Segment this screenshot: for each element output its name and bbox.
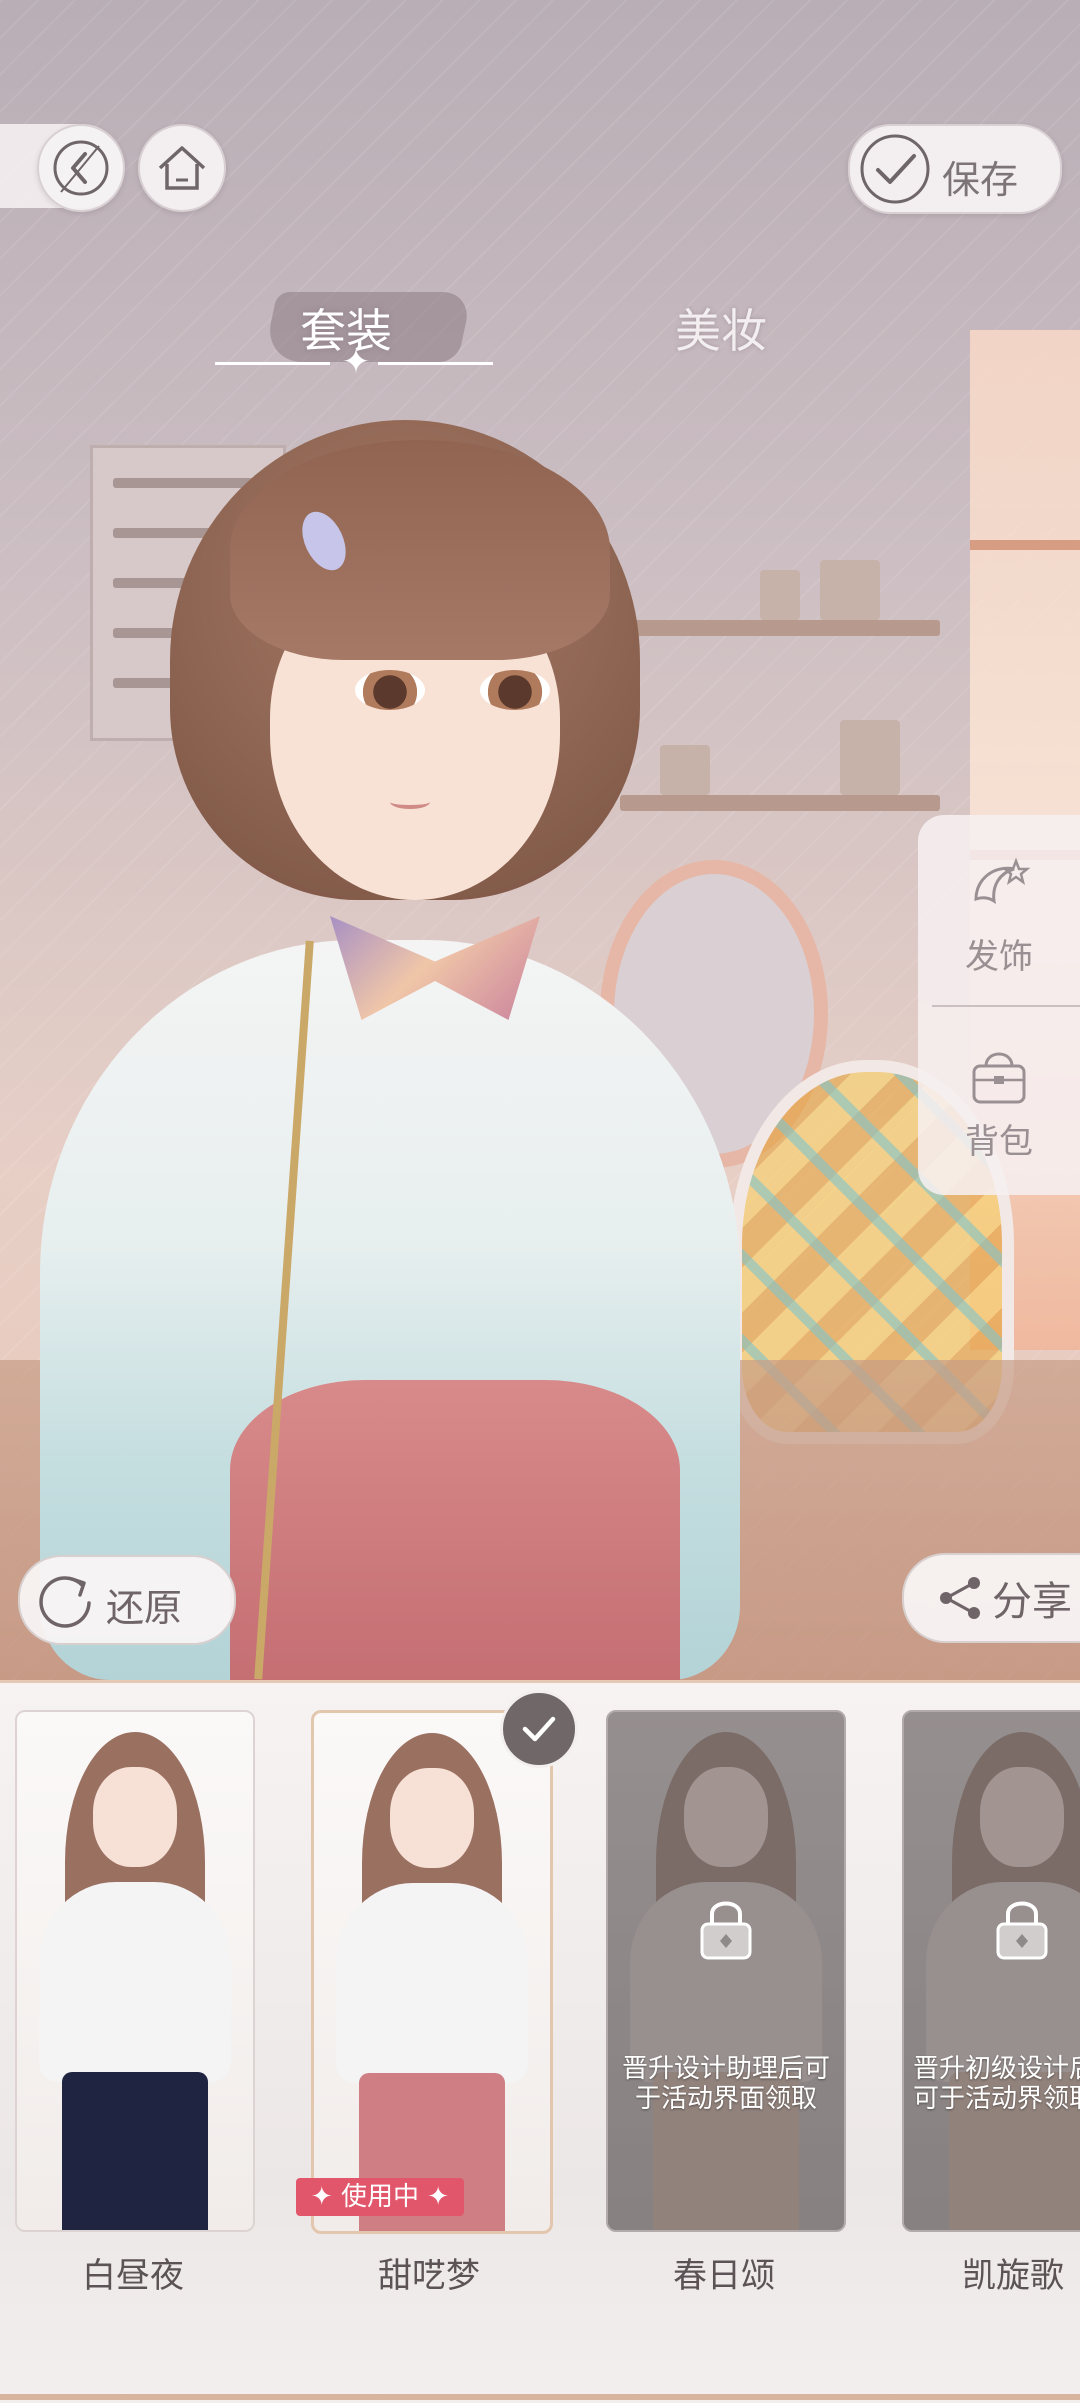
selected-check-badge	[500, 1690, 578, 1768]
accessory-side-panel: 发饰 背包	[918, 815, 1080, 1195]
outfit-card-3[interactable]: 晋升初级设计后可于活动界领取	[902, 1710, 1080, 2232]
back-arrow-icon	[53, 140, 109, 196]
outfit-name-0: 白昼夜	[82, 2256, 184, 2296]
home-button[interactable]	[138, 124, 226, 212]
lock-icon	[700, 1901, 752, 1960]
bottom-edge-line	[0, 2394, 1080, 2400]
outfit-card-1[interactable]	[311, 1710, 553, 2234]
outfit-figure-face	[93, 1767, 177, 1867]
character-eye-right	[480, 670, 550, 710]
character-bangs	[230, 440, 610, 660]
outfit-figure-bottom	[62, 2072, 208, 2230]
side-panel-divider	[932, 1005, 1080, 1007]
outfit-card-0[interactable]	[15, 1710, 255, 2232]
hair-accessory-icon	[974, 857, 1031, 905]
side-item-bag[interactable]: 背包	[918, 1040, 1080, 1163]
restore-label: 还原	[106, 1585, 183, 1630]
badge-star-icon: ✦	[419, 2182, 450, 2212]
locked-overlay	[904, 1712, 1080, 2230]
tab-underline-right	[378, 362, 493, 365]
checkmark-icon	[522, 1716, 556, 1742]
side-item-bag-label: 背包	[965, 1122, 1033, 1162]
share-button[interactable]: 分享	[902, 1553, 1080, 1643]
side-item-hair-accessory[interactable]: 发饰	[918, 855, 1080, 978]
back-button[interactable]	[37, 124, 125, 212]
share-label: 分享	[992, 1579, 1072, 1625]
tab-makeup[interactable]: 美妆	[675, 295, 767, 361]
checkmark-circle-icon	[860, 134, 930, 204]
character-skirt	[230, 1380, 680, 1680]
outfit-figure-top	[39, 1882, 231, 2082]
character-mouth	[390, 795, 430, 809]
unlock-note: 晋升设计助理后可于活动界面领取	[621, 2054, 830, 2114]
outfit-name-3: 凯旋歌	[962, 2256, 1064, 2296]
shelf-frame	[840, 720, 900, 795]
outfit-name-2: 春日颂	[673, 2256, 775, 2296]
character-avatar	[0, 380, 820, 1680]
share-icon	[940, 1577, 980, 1619]
save-button[interactable]: 保存	[848, 124, 1062, 214]
home-icon	[158, 146, 206, 190]
outfit-figure-face	[390, 1768, 474, 1868]
outfit-figure-top	[336, 1883, 528, 2083]
locked-overlay	[608, 1712, 844, 2230]
badge-star-icon: ✦	[310, 2182, 341, 2212]
character-eye-left	[355, 670, 425, 710]
tab-underline-left	[215, 362, 330, 365]
unlock-note: 晋升初级设计后可于活动界领取	[912, 2054, 1080, 2114]
restore-icon	[39, 1576, 91, 1628]
outfit-card-2[interactable]: 晋升设计助理后可于活动界面领取	[606, 1710, 846, 2232]
shelf-books	[820, 560, 880, 620]
bag-icon	[972, 1052, 1026, 1104]
restore-button[interactable]: 还原	[18, 1555, 236, 1645]
outfit-name-1: 甜呓梦	[378, 2256, 480, 2296]
in-use-badge: ✦ 使用中 ✦	[296, 2178, 464, 2216]
lock-icon	[996, 1901, 1048, 1960]
save-label: 保存	[942, 157, 1019, 202]
tab-star-icon: ✦	[341, 342, 371, 382]
in-use-badge-label: 使用中	[340, 2182, 419, 2212]
side-item-hair-accessory-label: 发饰	[965, 937, 1033, 977]
